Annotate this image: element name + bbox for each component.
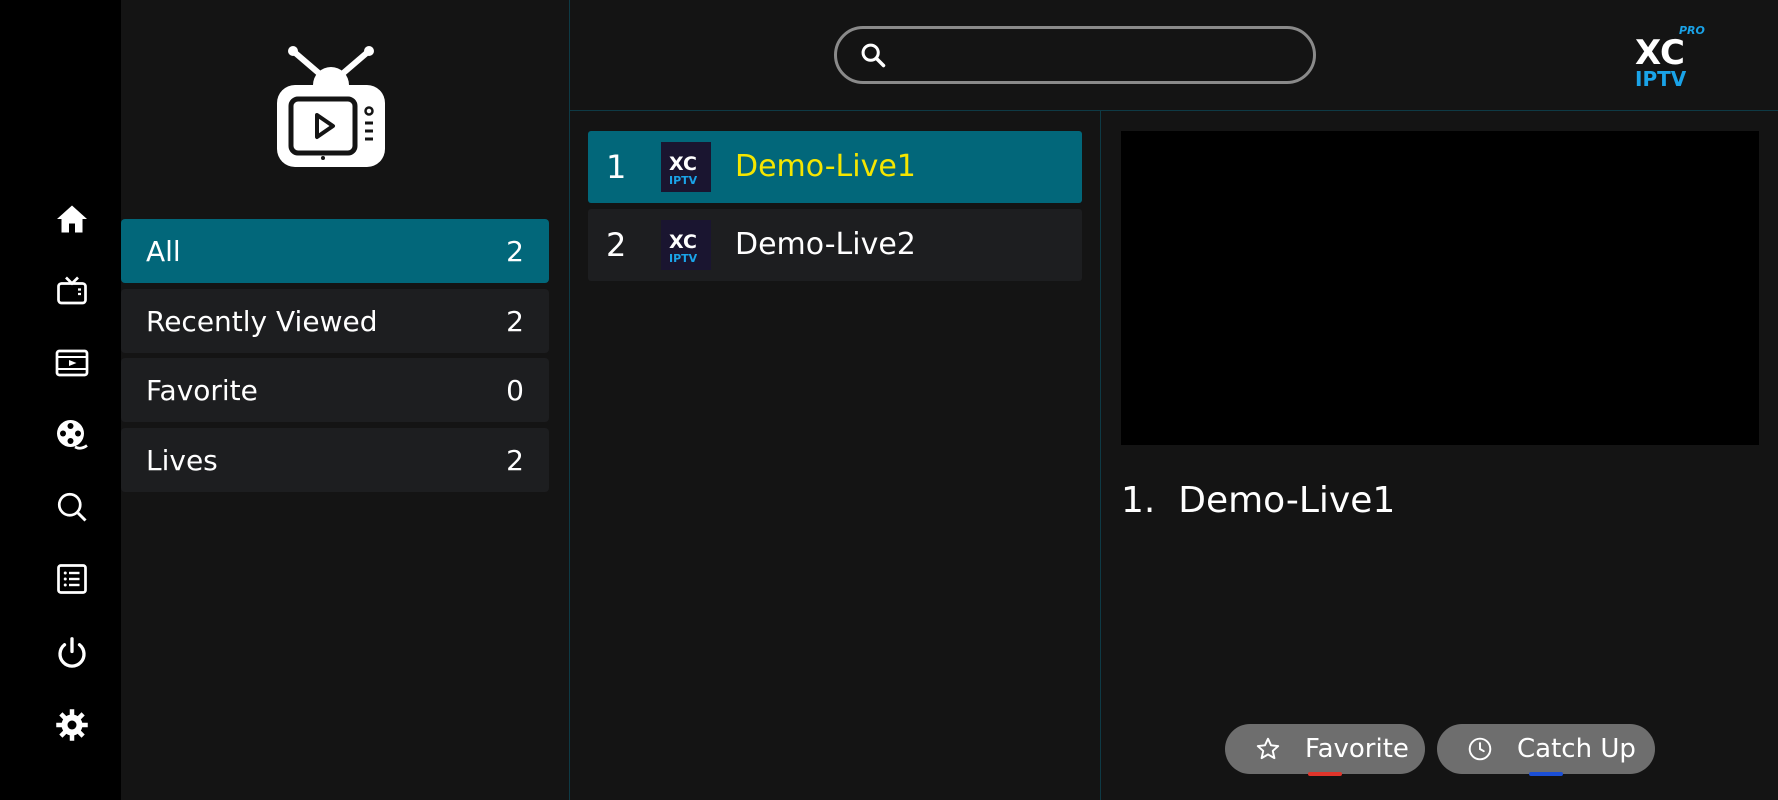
power-icon — [58, 637, 86, 668]
catch-up-label: Catch Up — [1517, 734, 1636, 764]
channel-logo: XC IPTV — [661, 142, 711, 192]
search-box[interactable] — [834, 26, 1316, 84]
gear-icon — [56, 709, 88, 741]
svg-text:IPTV: IPTV — [669, 252, 698, 265]
movies-button[interactable] — [40, 331, 104, 395]
star-icon — [1256, 737, 1280, 760]
category-panel: All 2 Recently Viewed 2 Favorite 0 Lives… — [121, 0, 570, 800]
favorite-button[interactable]: Favorite — [1225, 724, 1425, 776]
category-count: 2 — [506, 304, 524, 338]
brand-logo: PRO XC IPTV — [1623, 22, 1733, 92]
category-count: 2 — [506, 234, 524, 268]
now-playing-title: 1. Demo-Live1 — [1121, 480, 1396, 521]
blue-key-indicator — [1529, 772, 1563, 776]
power-button[interactable] — [40, 621, 104, 685]
channel-name: Demo-Live1 — [735, 149, 916, 184]
favorite-label: Favorite — [1305, 734, 1409, 764]
series-button[interactable] — [40, 403, 104, 467]
svg-text:XC: XC — [669, 231, 697, 253]
search-icon — [57, 492, 87, 522]
catch-up-button[interactable]: Catch Up — [1437, 724, 1655, 776]
search-icon — [861, 43, 886, 68]
playlist-button[interactable] — [40, 547, 104, 611]
settings-button[interactable] — [40, 693, 104, 757]
home-icon — [57, 205, 87, 233]
live-tv-button[interactable] — [40, 259, 104, 323]
channel-number: 2 — [606, 226, 627, 264]
search-nav-button[interactable] — [40, 475, 104, 539]
svg-text:IPTV: IPTV — [1635, 67, 1687, 91]
category-item-recently-viewed[interactable]: Recently Viewed 2 — [121, 289, 549, 353]
left-nav-rail — [0, 0, 121, 800]
home-button[interactable] — [40, 187, 104, 251]
search-input[interactable] — [897, 29, 1301, 83]
category-count: 0 — [506, 373, 524, 407]
video-preview-player[interactable] — [1121, 131, 1759, 445]
category-label: Favorite — [146, 373, 258, 407]
category-item-lives[interactable]: Lives 2 — [121, 428, 549, 492]
category-label: Lives — [146, 443, 218, 477]
red-key-indicator — [1308, 772, 1342, 776]
channel-list-panel: 1 XC IPTV Demo-Live1 2 XC IPTV Demo-Live… — [570, 111, 1101, 800]
category-item-favorite[interactable]: Favorite 0 — [121, 358, 549, 422]
live-tv-logo-icon — [277, 46, 385, 167]
svg-text:IPTV: IPTV — [669, 174, 698, 187]
channel-item-1[interactable]: 1 XC IPTV Demo-Live1 — [588, 131, 1082, 203]
series-reel-icon — [57, 420, 88, 450]
category-label: All — [146, 234, 181, 268]
category-count: 2 — [506, 443, 524, 477]
category-label: Recently Viewed — [146, 304, 378, 338]
movies-icon — [55, 349, 89, 377]
top-bar: PRO XC IPTV — [570, 0, 1778, 111]
svg-text:XC: XC — [669, 153, 697, 175]
channel-logo: XC IPTV — [661, 220, 711, 270]
channel-name: Demo-Live2 — [735, 227, 916, 262]
clock-icon — [1468, 737, 1492, 761]
list-icon — [57, 564, 87, 594]
live-tv-icon — [57, 276, 87, 305]
channel-number: 1 — [606, 148, 627, 186]
channel-item-2[interactable]: 2 XC IPTV Demo-Live2 — [588, 209, 1082, 281]
xc-iptv-logo: PRO XC IPTV — [1635, 24, 1705, 91]
category-item-all[interactable]: All 2 — [121, 219, 549, 283]
